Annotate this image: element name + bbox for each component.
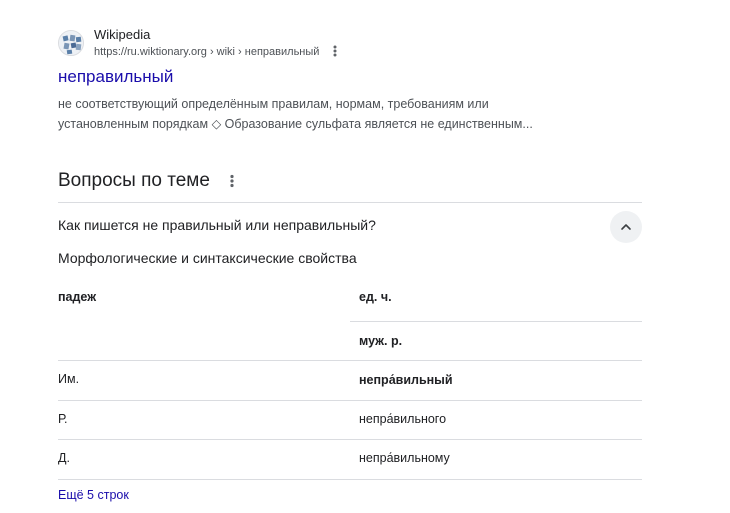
table-header-number: ед. ч. (359, 290, 392, 304)
more-rows-link[interactable]: Ещё 5 строк (58, 488, 129, 502)
table-header-case: падеж (58, 290, 97, 304)
result-title-link[interactable]: неправильный (58, 67, 173, 87)
table-cell-form: непра́вильному (359, 451, 450, 465)
table-cell-case: Им. (58, 372, 80, 386)
collapse-button[interactable] (610, 211, 642, 243)
divider (58, 202, 642, 203)
more-vert-icon[interactable] (226, 173, 238, 189)
site-name[interactable]: Wikipedia (94, 27, 150, 42)
table-cell-case: Р. (58, 412, 68, 426)
table-header-gender: муж. р. (359, 334, 403, 348)
site-url[interactable]: https://ru.wiktionary.org › wiki › непра… (94, 46, 319, 58)
table-divider (58, 439, 642, 440)
table-cell-form: непра́вильного (359, 412, 447, 426)
table-divider (58, 400, 642, 401)
site-favicon-icon[interactable] (58, 30, 84, 56)
table-divider (58, 360, 642, 361)
answer-heading: Морфологические и синтаксические свойств… (58, 250, 357, 266)
result-snippet: не соответствующий определённым правилам… (58, 97, 533, 131)
chevron-up-icon (621, 224, 631, 230)
table-divider (58, 479, 642, 480)
more-vert-icon[interactable] (329, 44, 341, 58)
table-divider (350, 321, 642, 322)
section-title: Вопросы по теме (58, 170, 210, 191)
question-text[interactable]: Как пишется не правильный или неправильн… (58, 217, 376, 233)
table-cell-case: Д. (58, 451, 70, 465)
table-cell-form: непра́вильный (359, 373, 453, 387)
